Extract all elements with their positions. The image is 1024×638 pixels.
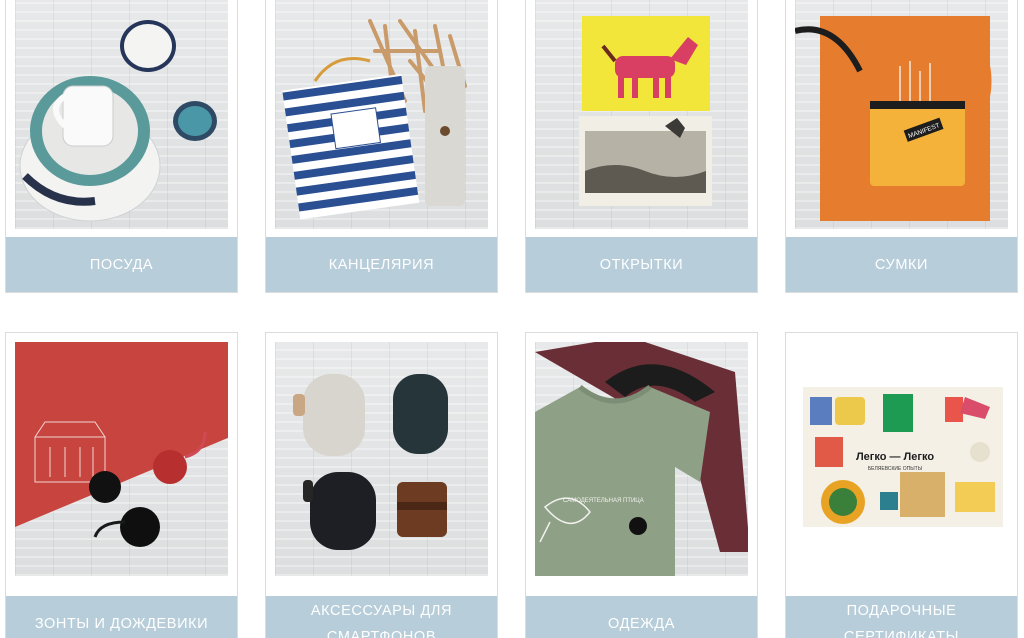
category-card-phone-accessories[interactable]: АКСЕССУАРЫ ДЛЯ СМАРТФОНОВ [265, 332, 498, 638]
certificate-subtitle-text: БЕЛЯЕВСКИЕ ОПЫТЫ [868, 466, 923, 472]
category-label: ПОСУДА [6, 237, 237, 292]
category-label: АКСЕССУАРЫ ДЛЯ СМАРТФОНОВ [266, 596, 497, 638]
category-label: СУМКИ [786, 237, 1017, 292]
category-label: ОТКРЫТКИ [526, 237, 757, 292]
category-label: ЗОНТЫ И ДОЖДЕВИКИ [6, 596, 237, 638]
certificate-title-text: Легко — Легко [856, 451, 934, 463]
category-label: ПОДАРОЧНЫЕ СЕРТИФИКАТЫ [786, 596, 1017, 638]
category-label: ОДЕЖДА [526, 596, 757, 638]
category-card-stationery[interactable]: КАНЦЕЛЯРИЯ [265, 0, 498, 293]
category-card-postcards[interactable]: ОТКРЫТКИ [525, 0, 758, 293]
category-card-clothing[interactable]: САМОДЕЯТЕЛЬНАЯ ПТИЦА ОДЕЖДА [525, 332, 758, 638]
umbrellas-photo [15, 342, 228, 576]
tableware-photo [15, 0, 228, 229]
category-card-umbrellas[interactable]: ЗОНТЫ И ДОЖДЕВИКИ [5, 332, 238, 638]
phone-accessories-photo [275, 342, 488, 576]
gift-certificates-photo: Легко — Легко БЕЛЯЕВСКИЕ ОПЫТЫ [795, 342, 1008, 576]
category-label: КАНЦЕЛЯРИЯ [266, 237, 497, 292]
stationery-photo [275, 0, 488, 229]
clothing-photo: САМОДЕЯТЕЛЬНАЯ ПТИЦА [535, 342, 748, 576]
postcards-photo [535, 0, 748, 229]
category-card-gift-certificates[interactable]: Легко — Легко БЕЛЯЕВСКИЕ ОПЫТЫ ПОДАРОЧНЫ… [785, 332, 1018, 638]
tshirt-print-text: САМОДЕЯТЕЛЬНАЯ ПТИЦА [563, 498, 644, 504]
bags-photo: MANIFEST [795, 0, 1008, 229]
category-card-tableware[interactable]: ПОСУДА [5, 0, 238, 293]
category-card-bags[interactable]: MANIFEST СУМКИ [785, 0, 1018, 293]
